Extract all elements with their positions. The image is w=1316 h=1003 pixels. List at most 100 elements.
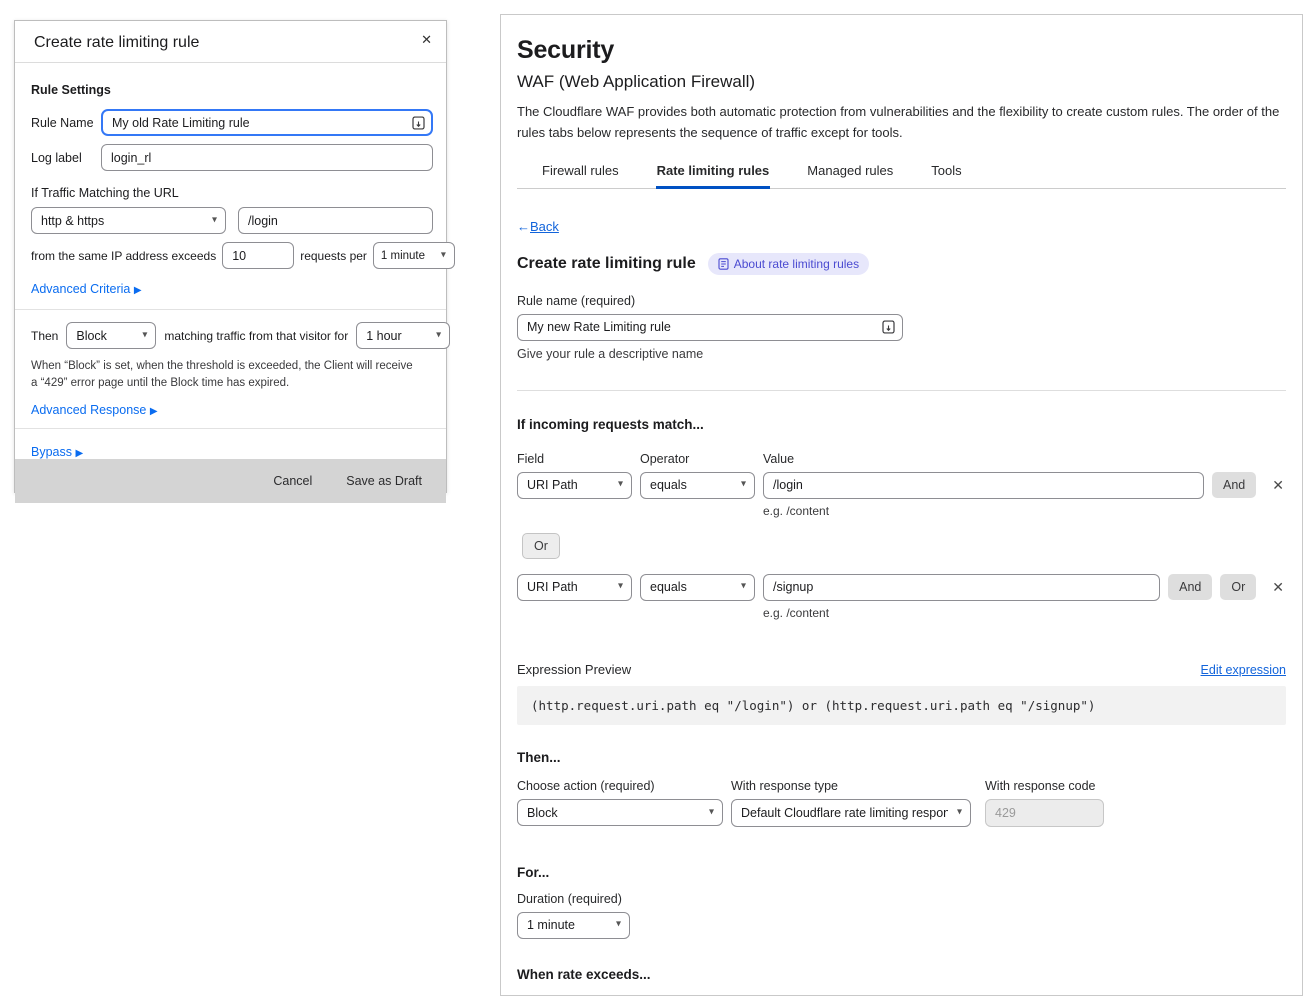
disclosure-icon: ▶ xyxy=(75,448,83,459)
field-column-label: Field xyxy=(517,452,640,466)
close-icon[interactable]: ✕ xyxy=(421,32,432,48)
chevron-down-icon: ▾ xyxy=(212,215,217,225)
chevron-down-icon: ▾ xyxy=(441,250,446,260)
operator-select[interactable]: equals ▾ xyxy=(640,574,755,601)
disclosure-icon: ▶ xyxy=(150,406,158,417)
block-duration-value: 1 hour xyxy=(366,329,401,343)
dialog-title: Create rate limiting rule xyxy=(34,34,199,51)
requests-label: Requests (required) xyxy=(517,995,629,996)
bypass-link[interactable]: Bypass ▶ xyxy=(31,445,83,459)
scheme-select-value: http & https xyxy=(41,214,104,228)
then-heading: Then... xyxy=(517,750,1286,765)
value-input[interactable] xyxy=(763,472,1204,499)
save-as-draft-button[interactable]: Save as Draft xyxy=(346,474,422,488)
value-column-label: Value xyxy=(763,452,794,466)
then-middle-text: matching traffic from that visitor for xyxy=(164,329,348,343)
log-label-label: Log label xyxy=(31,151,101,165)
and-button[interactable]: And xyxy=(1212,472,1256,498)
advanced-response-link[interactable]: Advanced Response ▶ xyxy=(31,403,158,417)
about-rate-limiting-badge[interactable]: About rate limiting rules xyxy=(708,253,869,275)
operator-select[interactable]: equals ▾ xyxy=(640,472,755,499)
response-type-select[interactable]: Default Cloudflare rate limiting respons… xyxy=(731,799,971,827)
chevron-down-icon: ▾ xyxy=(618,480,623,490)
period-select[interactable]: 1 minute ▾ xyxy=(373,242,455,269)
duration-select-value: 1 minute xyxy=(527,918,575,932)
block-duration-select[interactable]: 1 hour ▾ xyxy=(356,322,450,349)
dialog-header: Create rate limiting rule ✕ xyxy=(15,21,446,63)
url-input[interactable] xyxy=(238,207,433,234)
field-select[interactable]: URI Path ▾ xyxy=(517,574,632,601)
chevron-down-icon: ▾ xyxy=(618,582,623,592)
value-input[interactable] xyxy=(763,574,1160,601)
close-icon[interactable]: ✕ xyxy=(1270,579,1286,596)
value-hint: e.g. /content xyxy=(763,606,1286,620)
tab-managed-rules[interactable]: Managed rules xyxy=(806,159,894,188)
divider xyxy=(15,309,446,310)
expression-preview-code: (http.request.uri.path eq "/login") or (… xyxy=(517,686,1286,725)
cancel-button[interactable]: Cancel xyxy=(273,474,312,488)
chevron-down-icon: ▾ xyxy=(741,582,746,592)
duration-select[interactable]: 1 minute ▾ xyxy=(517,912,630,939)
block-note-text: When “Block” is set, when the threshold … xyxy=(31,358,421,393)
rule-name-input[interactable] xyxy=(517,314,903,341)
dialog-footer: Cancel Save as Draft xyxy=(15,459,446,503)
advanced-criteria-link[interactable]: Advanced Criteria ▶ xyxy=(31,282,142,296)
tab-rate-limiting-rules[interactable]: Rate limiting rules xyxy=(656,159,771,188)
autofill-icon xyxy=(882,321,895,334)
badge-label: About rate limiting rules xyxy=(734,257,859,271)
response-code-label: With response code xyxy=(985,779,1095,793)
expression-preview-label: Expression Preview xyxy=(517,662,631,677)
for-heading: For... xyxy=(517,865,1286,880)
field-select-value: URI Path xyxy=(527,478,578,492)
and-button[interactable]: And xyxy=(1168,574,1212,600)
chevron-down-icon: ▾ xyxy=(741,480,746,490)
rule-settings-heading: Rule Settings xyxy=(31,83,433,97)
tab-firewall-rules[interactable]: Firewall rules xyxy=(541,159,620,188)
threshold-input[interactable] xyxy=(222,242,294,269)
threshold-middle-text: requests per xyxy=(300,249,367,263)
threshold-prefix-text: from the same IP address exceeds xyxy=(31,249,216,263)
page-title: Security xyxy=(517,36,1286,65)
chevron-down-icon: ▾ xyxy=(957,807,962,817)
period-select-value: 1 minute xyxy=(381,250,425,262)
traffic-matching-heading: If Traffic Matching the URL xyxy=(31,186,433,200)
autofill-icon xyxy=(412,116,425,129)
condition-row: URI Path ▾ equals ▾ And Or ✕ xyxy=(517,574,1286,601)
period-label: Period (required) xyxy=(629,995,723,996)
waf-description: The Cloudflare WAF provides both automat… xyxy=(517,102,1286,144)
field-select[interactable]: URI Path ▾ xyxy=(517,472,632,499)
action-select-value: Block xyxy=(527,806,558,820)
chevron-down-icon: ▾ xyxy=(436,330,441,340)
chevron-down-icon: ▾ xyxy=(142,330,147,340)
value-hint: e.g. /content xyxy=(763,504,1286,518)
field-select-value: URI Path xyxy=(527,580,578,594)
then-text: Then xyxy=(31,329,58,343)
create-rule-heading: Create rate limiting rule xyxy=(517,255,696,273)
edit-expression-link[interactable]: Edit expression xyxy=(1201,663,1286,677)
operator-select-value: equals xyxy=(650,580,687,594)
or-button[interactable]: Or xyxy=(522,533,560,559)
advanced-response-label: Advanced Response xyxy=(31,403,146,417)
tab-tools[interactable]: Tools xyxy=(930,159,962,188)
bypass-label: Bypass xyxy=(31,445,72,459)
response-type-label: With response type xyxy=(731,779,985,793)
operator-select-value: equals xyxy=(650,478,687,492)
action-label: Choose action (required) xyxy=(517,779,731,793)
or-button[interactable]: Or xyxy=(1220,574,1256,600)
operator-column-label: Operator xyxy=(640,452,763,466)
action-select[interactable]: Block ▾ xyxy=(517,799,723,826)
match-heading: If incoming requests match... xyxy=(517,417,1286,432)
divider xyxy=(517,390,1286,391)
condition-row: URI Path ▾ equals ▾ And ✕ xyxy=(517,472,1286,499)
scheme-select[interactable]: http & https ▾ xyxy=(31,207,226,234)
log-label-input[interactable] xyxy=(101,144,433,171)
back-link[interactable]: ←Back xyxy=(517,219,559,234)
back-arrow-icon: ← xyxy=(517,219,530,234)
chevron-down-icon: ▾ xyxy=(709,807,714,817)
response-code-input xyxy=(985,799,1104,827)
rule-name-input[interactable] xyxy=(101,109,433,136)
disclosure-icon: ▶ xyxy=(134,285,142,296)
action-select[interactable]: Block ▾ xyxy=(66,322,156,349)
page-subtitle: WAF (Web Application Firewall) xyxy=(517,72,1286,92)
close-icon[interactable]: ✕ xyxy=(1270,477,1286,494)
